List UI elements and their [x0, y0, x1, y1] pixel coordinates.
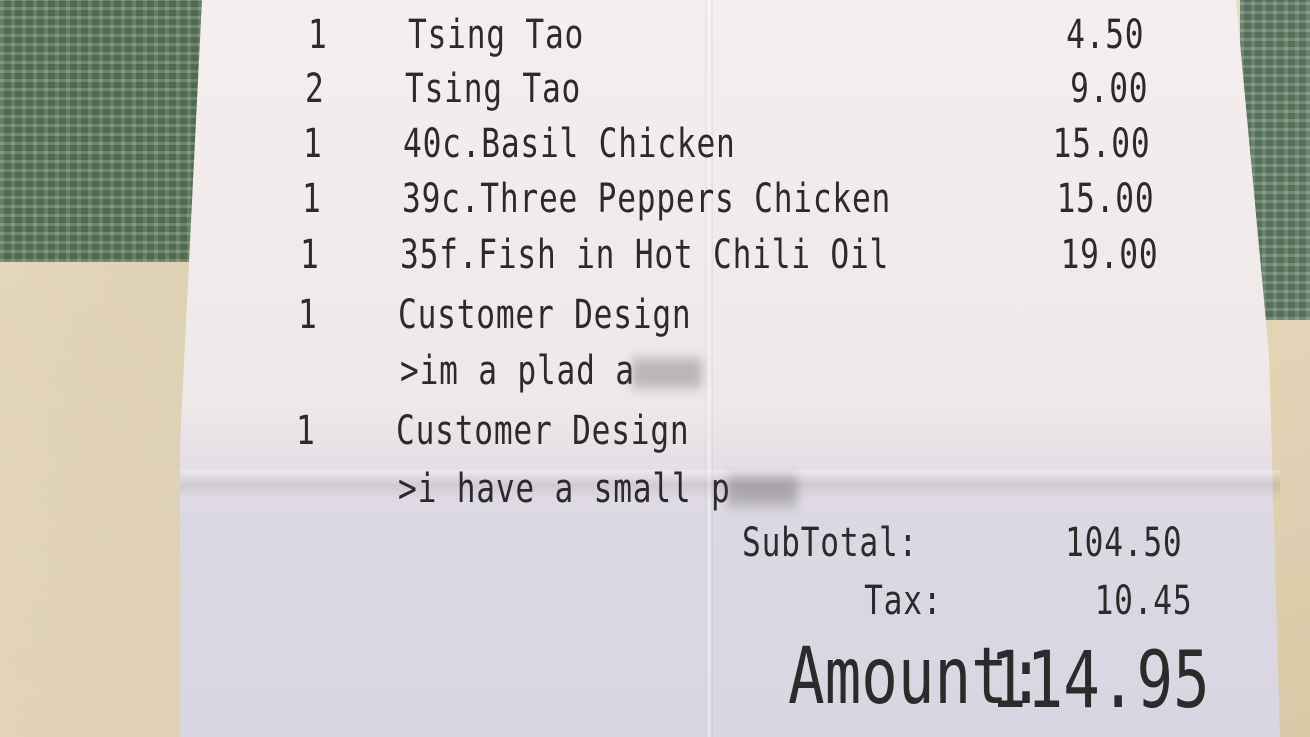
amount-value: 114.95 [990, 636, 1210, 726]
item-price: 9.00 [1069, 66, 1148, 112]
item-note: >im a plad a [400, 348, 702, 394]
item-note: >i have a small p [398, 466, 798, 512]
item-price: 15.00 [1052, 121, 1150, 167]
tax-value: 10.45 [1094, 578, 1192, 624]
item-qty: 2 [305, 66, 325, 112]
item-note-text: >i have a small p [398, 466, 731, 512]
item-name: Customer Design [396, 408, 690, 454]
item-qty: 1 [303, 121, 323, 167]
subtotal-label: SubTotal: [742, 520, 919, 566]
receipt-fold-vertical [705, 0, 713, 737]
item-name: 39c.Three Peppers Chicken [402, 176, 892, 222]
redaction-blur [631, 358, 702, 388]
item-qty: 1 [300, 232, 320, 278]
item-name: 40c.Basil Chicken [403, 121, 736, 167]
item-name: Tsing Tao [405, 66, 582, 112]
item-price: 4.50 [1065, 12, 1144, 58]
item-name: Tsing Tao [408, 12, 585, 58]
redaction-blur [727, 476, 798, 506]
item-price: 19.00 [1060, 232, 1158, 278]
item-note-text: >im a plad a [400, 348, 635, 394]
item-qty: 1 [298, 292, 318, 338]
item-qty: 1 [302, 176, 322, 222]
item-qty: 1 [296, 408, 316, 454]
item-name: Customer Design [398, 292, 692, 338]
placemat-left [0, 0, 215, 262]
tax-label: Tax: [863, 578, 942, 624]
item-price: 15.00 [1056, 176, 1154, 222]
subtotal-value: 104.50 [1064, 520, 1182, 566]
item-name: 35f.Fish in Hot Chili Oil [400, 232, 890, 278]
item-qty: 1 [308, 12, 328, 58]
